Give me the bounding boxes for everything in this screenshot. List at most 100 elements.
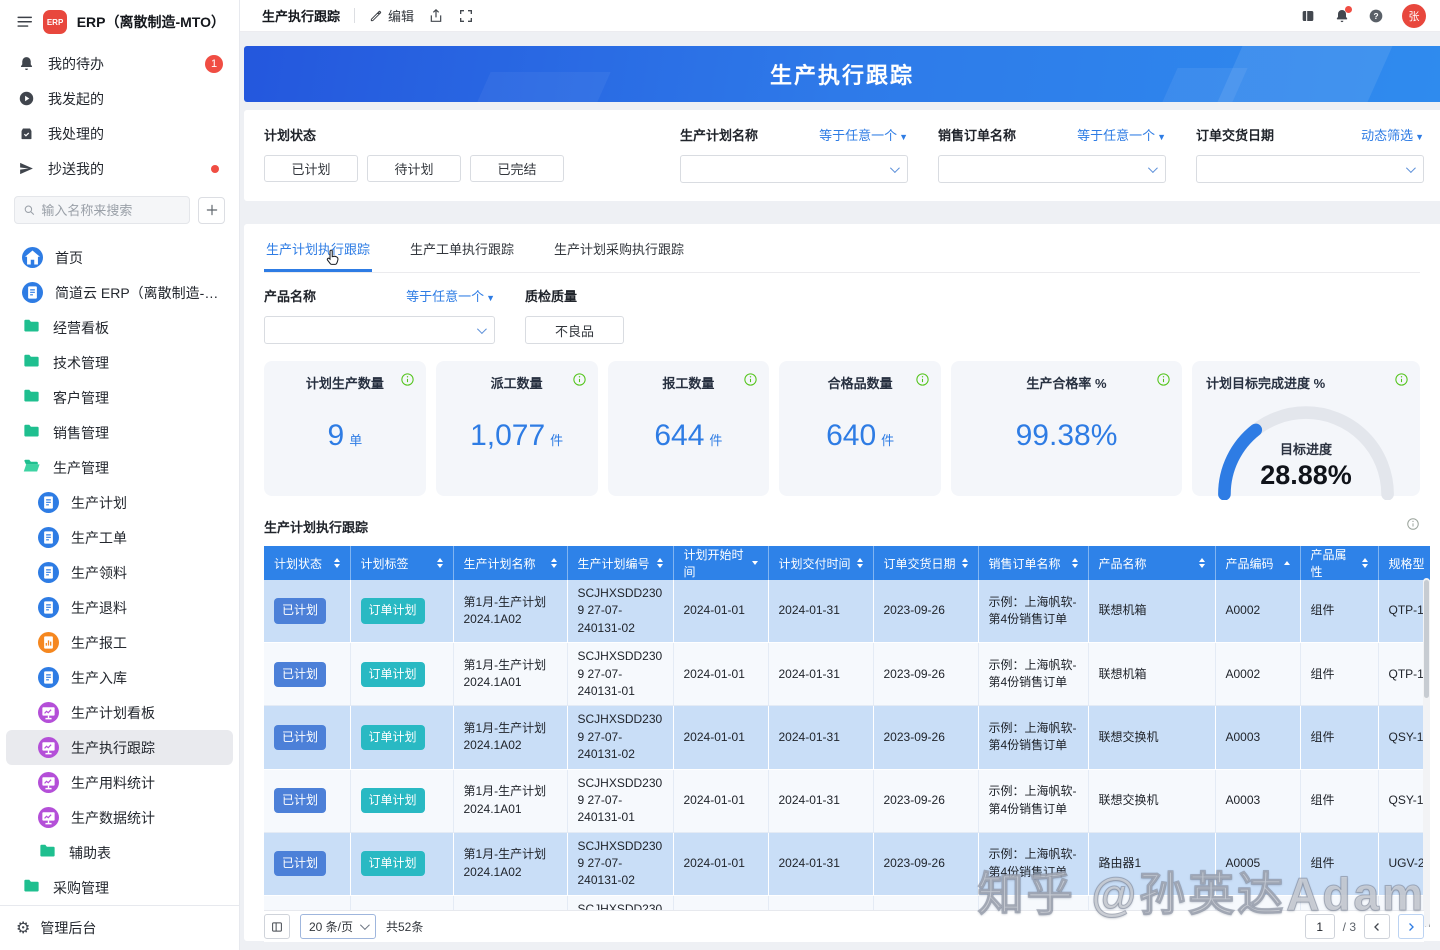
sidebar-item-plan-board[interactable]: 生产计划看板 <box>6 695 233 730</box>
notifications-bell-icon[interactable] <box>1334 8 1350 24</box>
sidebar-item-exec-tracking[interactable]: 生产执行跟踪 <box>6 730 233 765</box>
sidebar-item-my-handled[interactable]: 我处理的 <box>0 116 239 151</box>
delivery-date-select[interactable] <box>1196 155 1424 183</box>
column-header[interactable]: 计划状态 <box>264 546 350 580</box>
avatar[interactable]: 张 <box>1402 4 1426 28</box>
product-name-select[interactable] <box>264 316 495 344</box>
menu-toggle-icon[interactable] <box>16 13 33 31</box>
filter-operator-link[interactable]: 等于任意一个▼ <box>406 286 495 305</box>
column-header[interactable]: 订单交货日期 <box>873 546 978 580</box>
sidebar-item-material-stats[interactable]: 生产用料统计 <box>6 765 233 800</box>
table-row[interactable]: 已计划订单计划第1月-生产计划 2024.1A01SCJHXSDD2309 27… <box>264 769 1430 832</box>
sidebar-item-sales-mgmt[interactable]: 销售管理 <box>6 415 233 450</box>
admin-console-link[interactable]: ⚙ 管理后台 <box>0 905 239 950</box>
sort-icon[interactable] <box>1356 558 1368 568</box>
filter-operator-link[interactable]: 等于任意一个▼ <box>1077 125 1166 144</box>
sidebar-item-customer-mgmt[interactable]: 客户管理 <box>6 380 233 415</box>
table-scrollbar[interactable] <box>1423 578 1430 927</box>
scrollbar-thumb[interactable] <box>1424 580 1429 698</box>
sidebar-item-production-mgmt[interactable]: 生产管理 <box>6 450 233 485</box>
table-row[interactable]: 已计划订单计划第1月-生产计划 2024.1A02SCJHXSDD2309 27… <box>264 580 1430 643</box>
column-header[interactable]: 生产计划编号 <box>567 546 673 580</box>
status-badge[interactable]: 已计划 <box>274 725 326 750</box>
column-header[interactable]: 产品编码 <box>1215 546 1300 580</box>
info-icon[interactable] <box>400 372 415 387</box>
tab-1[interactable]: 生产计划执行跟踪 <box>264 231 372 272</box>
column-header[interactable]: 销售订单名称 <box>978 546 1088 580</box>
sidebar-item-cc-to-me[interactable]: 抄送我的 <box>0 151 239 186</box>
sidebar-item-production-return[interactable]: 生产退料 <box>6 590 233 625</box>
sort-icon[interactable] <box>431 558 443 568</box>
tab-2[interactable]: 生产工单执行跟踪 <box>408 231 516 272</box>
sidebar-item-purchase-mgmt[interactable]: 采购管理 <box>6 870 233 905</box>
status-filter-button[interactable]: 已计划 <box>264 155 358 182</box>
add-app-button[interactable] <box>198 197 225 224</box>
sidebar-item-production-picking[interactable]: 生产领料 <box>6 555 233 590</box>
sort-icon[interactable] <box>746 561 758 565</box>
sidebar-item-production-workorder[interactable]: 生产工单 <box>6 520 233 555</box>
sidebar-item-production-inbound[interactable]: 生产入库 <box>6 660 233 695</box>
sidebar-item-biz-board[interactable]: 经营看板 <box>6 310 233 345</box>
sidebar-item-my-initiated[interactable]: 我发起的 <box>0 81 239 116</box>
column-settings-button[interactable] <box>264 914 290 939</box>
share-icon[interactable] <box>428 8 444 24</box>
sidebar-item-aux-table[interactable]: 辅助表 <box>6 835 233 870</box>
info-icon[interactable] <box>1156 372 1171 387</box>
help-icon[interactable]: ? <box>1368 8 1384 24</box>
info-icon[interactable] <box>1394 372 1409 387</box>
sidebar-item-jdy-erp[interactable]: 简道云 ERP（离散制造-MTO）... <box>6 275 233 310</box>
edit-button[interactable]: 编辑 <box>369 6 414 25</box>
sidebar-item-home[interactable]: 首页 <box>6 240 233 275</box>
next-page-button[interactable] <box>1398 914 1424 939</box>
column-header[interactable]: 计划标签 <box>350 546 453 580</box>
status-badge[interactable]: 已计划 <box>274 598 326 623</box>
sort-icon[interactable] <box>1066 558 1078 568</box>
sort-icon[interactable] <box>1278 561 1290 565</box>
column-header[interactable]: 产品属性 <box>1300 546 1378 580</box>
status-badge[interactable]: 已计划 <box>274 851 326 876</box>
sort-icon[interactable] <box>328 558 340 568</box>
column-header[interactable]: 生产计划名称 <box>453 546 567 580</box>
tag-badge[interactable]: 订单计划 <box>361 725 425 750</box>
table-row[interactable]: 已计划订单计划第1月-生产计划 2024.1A02SCJHXSDD2309 27… <box>264 832 1430 895</box>
sort-icon[interactable] <box>651 558 663 568</box>
sales-order-name-select[interactable] <box>938 155 1166 183</box>
table-row[interactable]: 已计划订单计划第1月-生产计划 2024.1A01SCJHXSDD2309 27… <box>264 643 1430 706</box>
fullscreen-icon[interactable] <box>458 8 474 24</box>
search-input[interactable] <box>41 203 181 218</box>
info-icon[interactable] <box>572 372 587 387</box>
info-icon[interactable] <box>915 372 930 387</box>
sort-icon[interactable] <box>545 558 557 568</box>
tag-badge[interactable]: 订单计划 <box>361 851 425 876</box>
sort-icon[interactable] <box>1193 558 1205 568</box>
defective-filter-button[interactable]: 不良品 <box>525 316 624 344</box>
tag-badge[interactable]: 订单计划 <box>361 788 425 813</box>
column-header[interactable]: 计划交付时间 <box>768 546 873 580</box>
sort-icon[interactable] <box>956 558 968 568</box>
column-header[interactable]: 计划开始时间 <box>673 546 768 580</box>
sidebar-item-tech-mgmt[interactable]: 技术管理 <box>6 345 233 380</box>
tag-badge[interactable]: 订单计划 <box>361 598 425 623</box>
sidebar-item-my-todo[interactable]: 我的待办1 <box>0 46 239 81</box>
filter-operator-link[interactable]: 动态筛选▼ <box>1361 125 1424 144</box>
plan-name-select[interactable] <box>680 155 908 183</box>
sidebar-item-production-report[interactable]: 生产报工 <box>6 625 233 660</box>
status-badge[interactable]: 已计划 <box>274 662 326 687</box>
search-input-wrap[interactable] <box>14 196 190 224</box>
sidebar-item-production-plan[interactable]: 生产计划 <box>6 485 233 520</box>
panel-toggle-icon[interactable] <box>1300 8 1316 24</box>
status-filter-button[interactable]: 已完结 <box>470 155 564 182</box>
column-header[interactable]: 产品名称 <box>1088 546 1215 580</box>
status-badge[interactable]: 已计划 <box>274 788 326 813</box>
sidebar-item-data-stats[interactable]: 生产数据统计 <box>6 800 233 835</box>
status-filter-button[interactable]: 待计划 <box>367 155 461 182</box>
info-icon[interactable] <box>743 372 758 387</box>
sort-icon[interactable] <box>851 558 863 568</box>
prev-page-button[interactable] <box>1364 914 1390 939</box>
tab-3[interactable]: 生产计划采购执行跟踪 <box>552 231 686 272</box>
page-size-select[interactable]: 20 条/页 <box>300 914 376 939</box>
table-row[interactable]: 已计划订单计划第1月-生产计划 2024.1A02SCJHXSDD2309 27… <box>264 706 1430 769</box>
filter-operator-link[interactable]: 等于任意一个▼ <box>819 125 908 144</box>
page-number-input[interactable]: 1 <box>1305 914 1335 939</box>
column-header[interactable]: 规格型 <box>1378 546 1430 580</box>
